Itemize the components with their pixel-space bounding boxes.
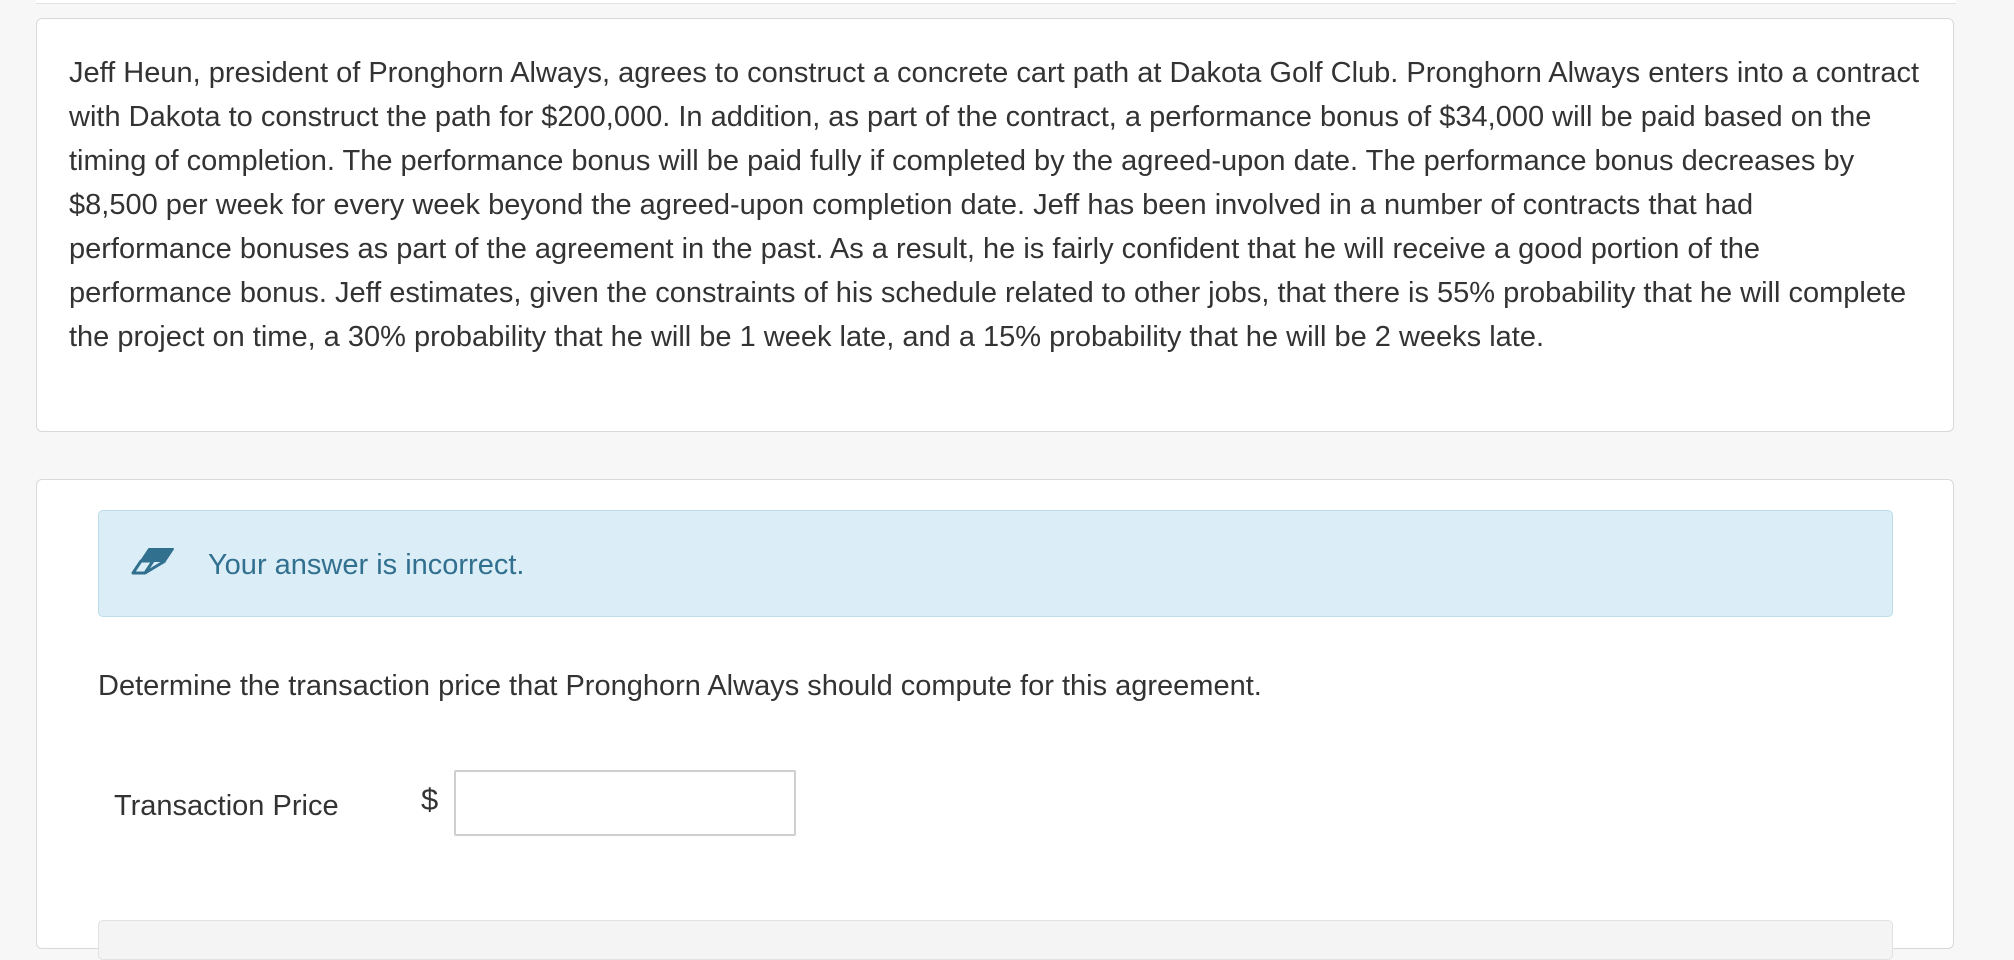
previous-card-edge	[36, 0, 1956, 4]
problem-statement: Jeff Heun, president of Pronghorn Always…	[69, 57, 1920, 353]
next-section-panel	[98, 920, 1893, 960]
eraser-icon	[129, 543, 177, 583]
currency-symbol: $	[421, 782, 439, 817]
answer-card: Your answer is incorrect. Determine the …	[36, 479, 1954, 960]
question-prompt: Determine the transaction price that Pro…	[98, 670, 1262, 702]
feedback-message: Your answer is incorrect.	[208, 549, 525, 581]
feedback-banner: Your answer is incorrect.	[98, 510, 1893, 617]
transaction-price-label: Transaction Price	[114, 790, 339, 822]
transaction-price-input[interactable]	[454, 770, 796, 836]
problem-card: Jeff Heun, president of Pronghorn Always…	[36, 18, 1954, 432]
